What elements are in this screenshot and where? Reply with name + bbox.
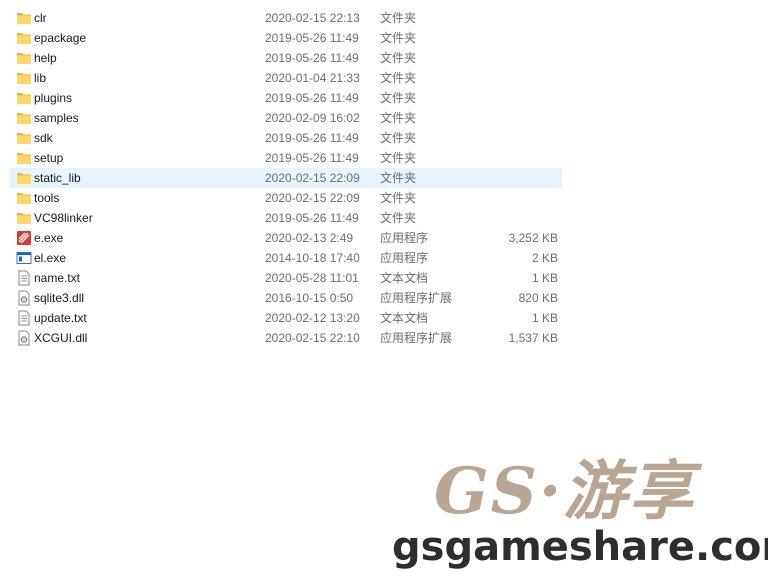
file-row[interactable]: samples 2020-02-09 16:02 文件夹 [0,108,768,128]
file-date-modified: 2014-10-18 17:40 [265,251,360,265]
file-date-modified: 2019-05-26 11:49 [265,211,359,225]
file-name: static_lib [34,171,81,185]
file-row[interactable]: lib 2020-01-04 21:33 文件夹 [0,68,768,88]
file-name: tools [34,191,60,205]
file-date-modified: 2020-02-15 22:09 [265,191,360,205]
folder-icon [16,210,32,226]
folder-icon [16,50,32,66]
folder-icon [16,130,32,146]
file-type: 文件夹 [380,191,417,205]
file-row[interactable]: sqlite3.dll 2016-10-15 0:50 应用程序扩展 820 KB [0,288,768,308]
file-size: 1 KB [531,271,558,285]
dll-file-icon [16,290,32,306]
file-date-modified: 2020-02-12 13:20 [265,311,360,325]
file-type: 文本文档 [380,271,429,285]
folder-icon [16,110,32,126]
file-row[interactable]: epackage 2019-05-26 11:49 文件夹 [0,28,768,48]
file-row[interactable]: name.txt 2020-05-28 11:01 文本文档 1 KB [0,268,768,288]
file-name: help [34,51,57,65]
file-name: name.txt [34,271,81,285]
file-name: sqlite3.dll [34,291,85,305]
folder-icon [16,70,32,86]
file-row[interactable]: static_lib 2020-02-15 22:09 文件夹 [0,168,768,188]
file-size: 1,537 KB [508,331,558,345]
folder-icon [16,10,32,26]
file-date-modified: 2020-05-28 11:01 [265,271,359,285]
dll-file-icon [16,330,32,346]
file-name: samples [34,111,79,125]
file-name: VC98linker [34,211,93,225]
file-date-modified: 2019-05-26 11:49 [265,151,359,165]
file-row[interactable]: clr 2020-02-15 22:13 文件夹 [0,8,768,28]
file-row[interactable]: e.exe 2020-02-13 2:49 应用程序 3,252 KB [0,228,768,248]
file-name: e.exe [34,231,64,245]
file-date-modified: 2020-02-15 22:13 [265,11,360,25]
file-name: setup [34,151,64,165]
folder-icon [16,190,32,206]
folder-icon [16,30,32,46]
file-date-modified: 2019-05-26 11:49 [265,31,359,45]
file-type: 文件夹 [380,31,417,45]
file-size: 3,252 KB [508,231,558,245]
file-name: sdk [34,131,53,145]
file-date-modified: 2019-05-26 11:49 [265,131,359,145]
file-name: clr [34,11,47,25]
file-date-modified: 2020-02-15 22:09 [265,171,360,185]
file-size: 1 KB [531,311,558,325]
file-date-modified: 2016-10-15 0:50 [265,291,354,305]
folder-icon [16,150,32,166]
file-type: 文件夹 [380,91,417,105]
file-type: 文件夹 [380,71,417,85]
file-type: 应用程序扩展 [380,331,453,345]
file-name: lib [34,71,47,85]
file-row[interactable]: sdk 2019-05-26 11:49 文件夹 [0,128,768,148]
file-type: 文件夹 [380,111,417,125]
file-type: 文件夹 [380,211,417,225]
file-date-modified: 2020-01-04 21:33 [265,71,360,85]
file-type: 文件夹 [380,131,417,145]
file-type: 文件夹 [380,171,417,185]
window-app-icon [16,250,32,266]
file-row[interactable]: el.exe 2014-10-18 17:40 应用程序 2 KB [0,248,768,268]
file-date-modified: 2019-05-26 11:49 [265,91,359,105]
file-row[interactable]: plugins 2019-05-26 11:49 文件夹 [0,88,768,108]
file-type: 应用程序扩展 [380,291,453,305]
watermark: GS·游享 gsgameshare.com [392,440,768,576]
file-type: 文件夹 [380,51,417,65]
file-date-modified: 2020-02-15 22:10 [265,331,360,345]
file-row[interactable]: help 2019-05-26 11:49 文件夹 [0,48,768,68]
file-list: clr 2020-02-15 22:13 文件夹 epackage 2019-05-2… [0,8,768,348]
file-name: update.txt [34,311,87,325]
file-type: 文件夹 [380,151,417,165]
watermark-logo-text: GS·游享 [434,454,696,529]
file-size: 820 KB [518,291,558,305]
file-name: plugins [34,91,73,105]
file-name: epackage [34,31,87,45]
file-type: 应用程序 [380,251,429,265]
folder-icon [16,170,32,186]
watermark-url: gsgameshare.com [392,524,768,570]
text-file-icon [16,310,32,326]
file-row[interactable]: VC98linker 2019-05-26 11:49 文件夹 [0,208,768,228]
file-row[interactable]: setup 2019-05-26 11:49 文件夹 [0,148,768,168]
text-file-icon [16,270,32,286]
folder-icon [16,90,32,106]
file-type: 文件夹 [380,11,417,25]
file-row[interactable]: tools 2020-02-15 22:09 文件夹 [0,188,768,208]
file-date-modified: 2019-05-26 11:49 [265,51,359,65]
file-type: 应用程序 [380,231,429,245]
file-date-modified: 2020-02-09 16:02 [265,111,360,125]
file-name: el.exe [34,251,67,265]
file-date-modified: 2020-02-13 2:49 [265,231,354,245]
file-type: 文本文档 [380,311,429,325]
file-row[interactable]: XCGUI.dll 2020-02-15 22:10 应用程序扩展 1,537 KB [0,328,768,348]
file-size: 2 KB [531,251,558,265]
file-row[interactable]: update.txt 2020-02-12 13:20 文本文档 1 KB [0,308,768,328]
e-app-icon [16,230,32,246]
file-name: XCGUI.dll [34,331,88,345]
